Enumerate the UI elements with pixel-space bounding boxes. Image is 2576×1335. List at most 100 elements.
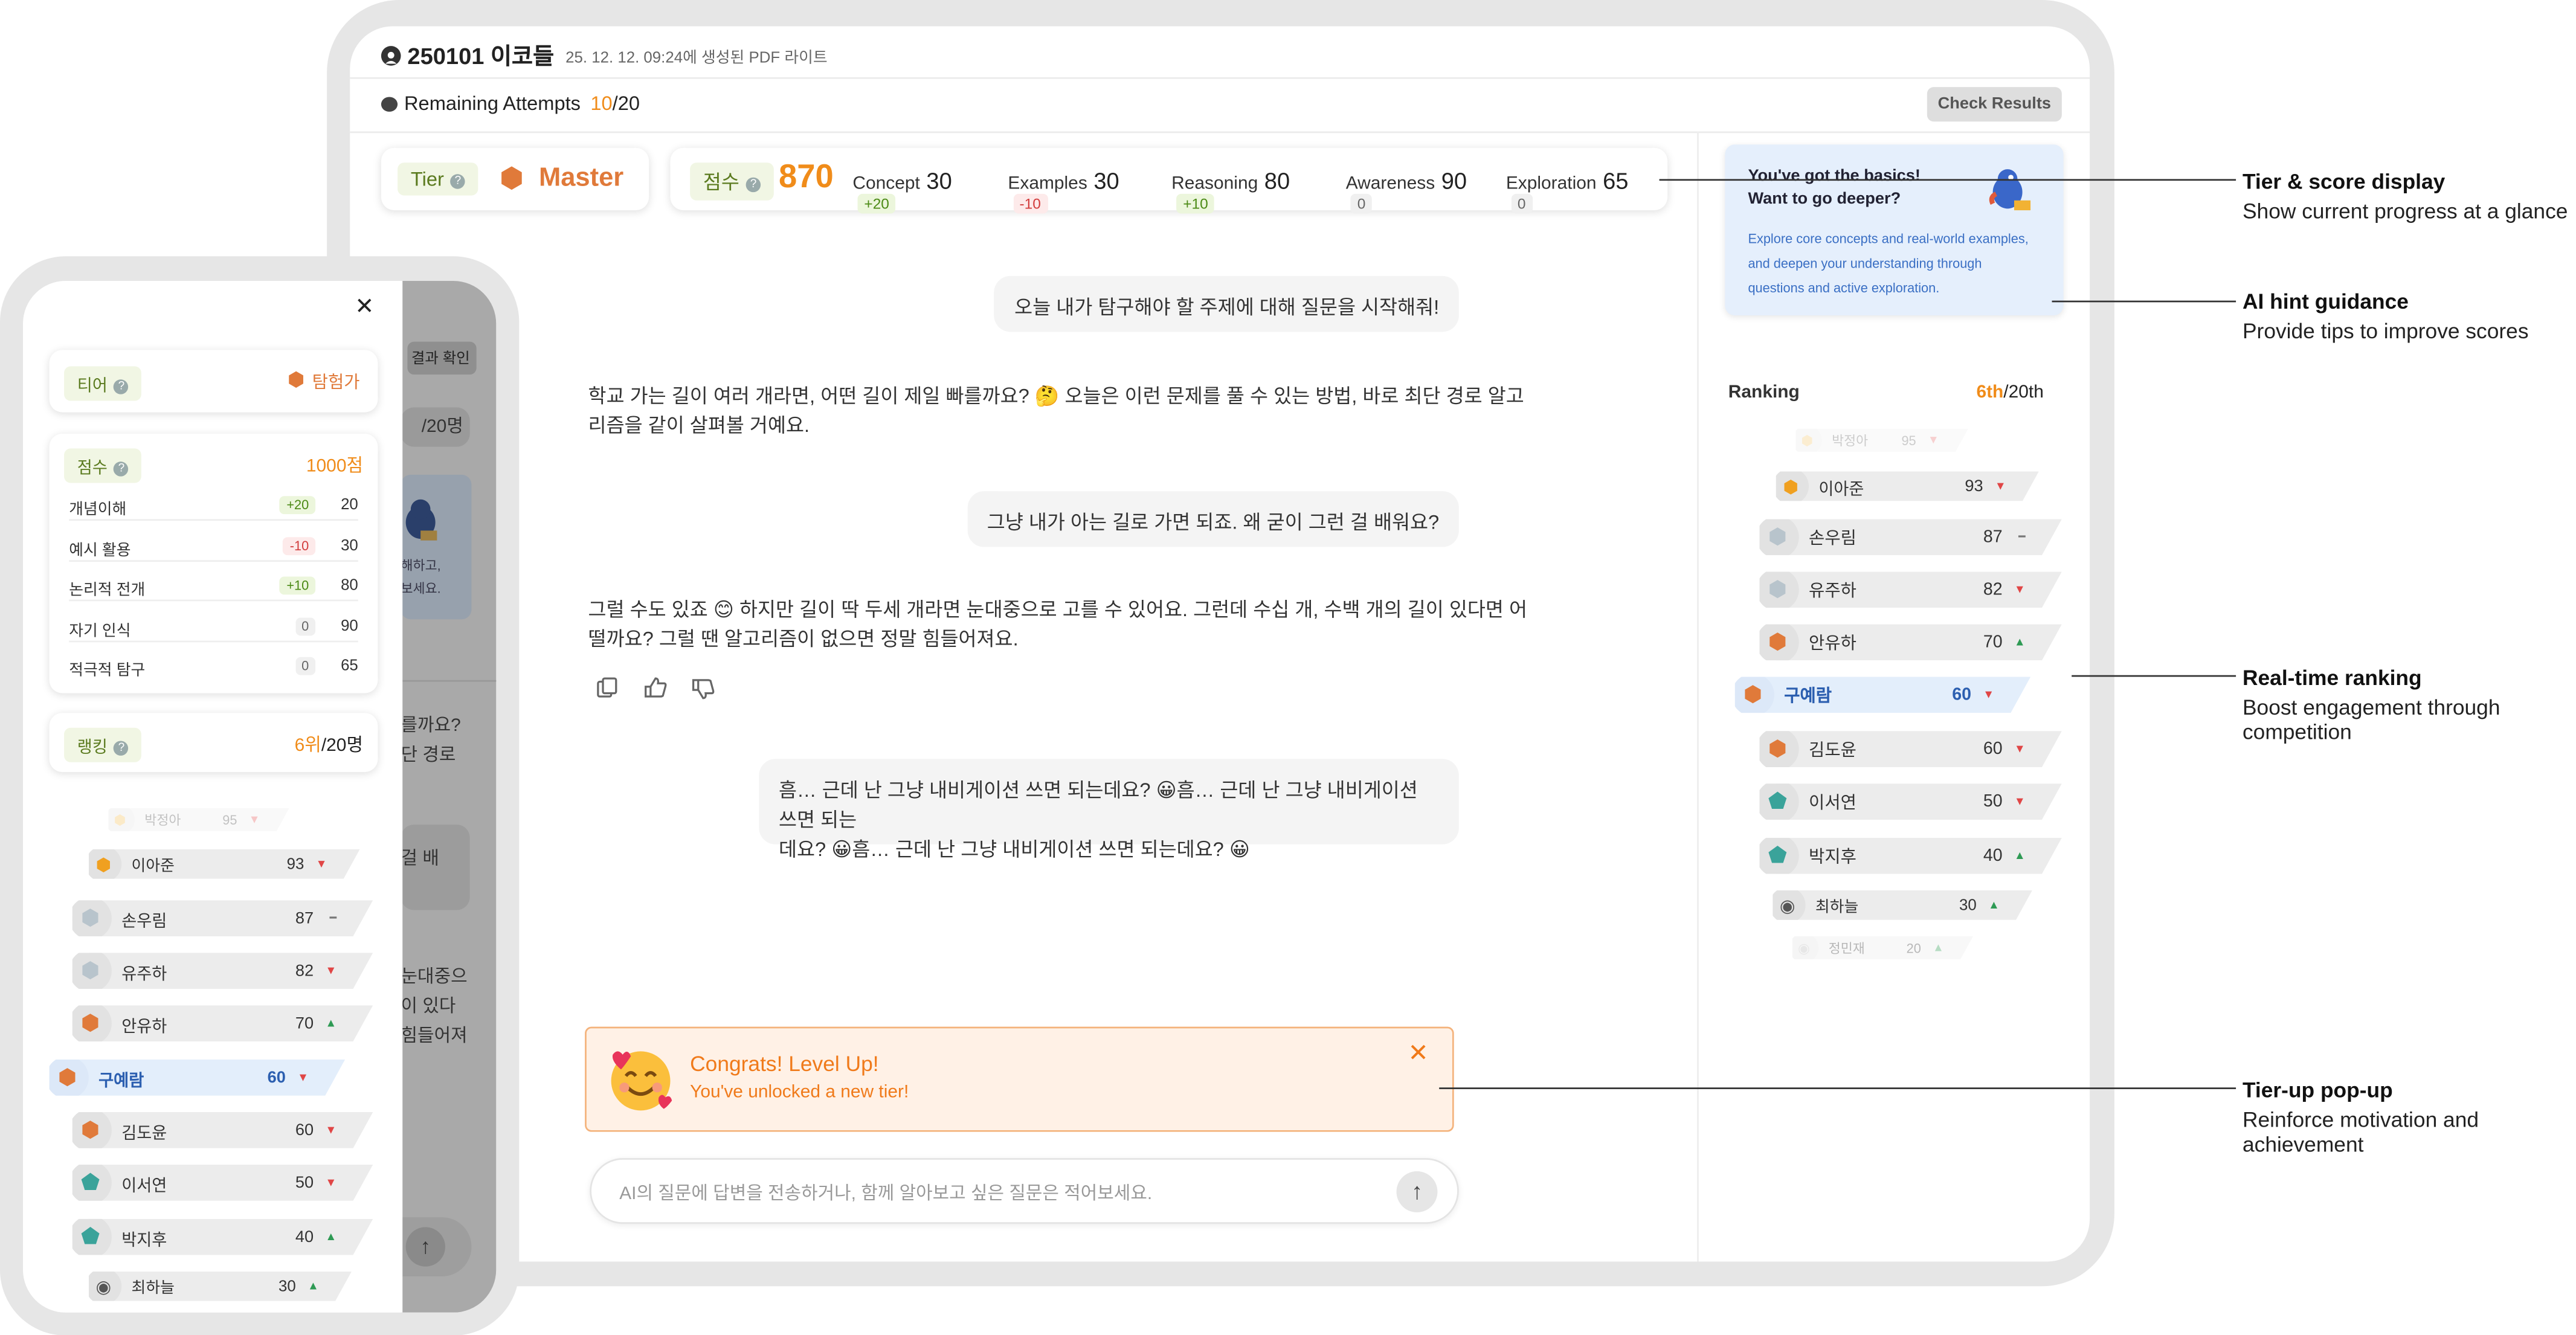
trend-down-icon: ▼ — [2014, 584, 2026, 596]
ranking-row: ⬢ 유주하 82 ▼ — [72, 953, 373, 989]
rank-position: 6위/20명 — [295, 731, 363, 758]
score-item-name: Examples — [1008, 174, 1087, 194]
trend-down-icon: ▼ — [2014, 796, 2026, 808]
divider — [69, 640, 358, 642]
page-title: 250101 이코들 — [407, 42, 555, 69]
help-icon[interactable]: ? — [114, 379, 129, 394]
tier-badge-icon: ◉ — [85, 1268, 121, 1304]
user-icon — [381, 46, 401, 66]
score-row-value: 90 — [341, 617, 358, 635]
tier-badge-icon: ⬢ — [69, 1002, 112, 1045]
score-row: 예시 활용 -10 30 — [69, 536, 358, 559]
tier-label: 티어 — [77, 378, 108, 396]
check-results-button: 결과 확인 — [407, 341, 477, 375]
ranking-row: ⬢ 이아준 93 ▼ — [1776, 471, 2039, 501]
ranking-score: 95 — [1901, 433, 1916, 448]
tier-badge-icon: ⬢ — [1792, 425, 1822, 455]
ranking-row: ⬟ 이서연 50 ▼ — [1759, 783, 2061, 820]
ranking-score: 20 — [1906, 940, 1921, 956]
trend-down-icon: ▼ — [325, 965, 337, 977]
tier-badge-icon: ⬢ — [85, 846, 121, 882]
trend-up-icon: ▲ — [2014, 850, 2026, 862]
ranking-name: 이서연 — [121, 1177, 167, 1195]
score-row-value: 80 — [341, 576, 358, 595]
score-row-name: 자기 인식 — [69, 622, 131, 640]
help-icon[interactable]: ? — [114, 741, 129, 756]
ranking-row: ⬟ 이서연 50 ▼ — [72, 1165, 373, 1201]
help-icon[interactable]: ? — [450, 174, 466, 189]
user-message: 그냥 내가 아는 길로 가면 되죠. 왜 굳이 그런 걸 배워요? — [967, 491, 1459, 547]
mascot-bird-icon — [1988, 164, 2031, 214]
chat-text-dimmed: 이 있다 — [401, 997, 456, 1017]
thumbs-up-icon[interactable] — [644, 677, 667, 698]
help-icon[interactable]: ? — [745, 177, 761, 193]
rank-count: /20명 — [401, 407, 470, 447]
trend-down-icon: ▼ — [248, 814, 260, 826]
rank-value: 6위 — [294, 736, 321, 756]
ranking-row: ⬢ 김도윤 60 ▼ — [1759, 731, 2061, 767]
trend-up-icon: ▲ — [325, 1231, 337, 1243]
tier-badge-icon: ⬢ — [1731, 674, 1774, 716]
rank-pill: 랭킹? — [64, 727, 142, 762]
close-icon[interactable]: ✕ — [1408, 1038, 1429, 1067]
ranking-score: 50 — [295, 1174, 314, 1192]
ranking-score: 87 — [295, 909, 314, 928]
thumbs-down-icon[interactable] — [692, 678, 715, 700]
score-item-delta: 0 — [1350, 193, 1373, 214]
chat-text-dimmed: 를까요? — [401, 716, 461, 736]
ranking-score: 30 — [279, 1277, 296, 1296]
attempts-total: /20 — [612, 92, 640, 115]
ranking-score: 60 — [295, 1121, 314, 1139]
score-item-name: Exploration — [1505, 174, 1597, 194]
ranking-name: 김도윤 — [121, 1124, 167, 1143]
tier-badge-icon: ⬢ — [1756, 728, 1799, 771]
score-row-value: 20 — [341, 496, 358, 515]
tablet-screen: 250101 이코들 25. 12. 12. 09:24에 생성된 PDF 라이… — [350, 26, 2090, 1262]
help-icon[interactable]: ? — [114, 462, 129, 477]
ranking-score: 60 — [1983, 739, 2003, 759]
attempts-bar: Remaining Attempts 10 /20 — [381, 92, 640, 115]
divider — [69, 559, 358, 561]
trend-down-icon: ▼ — [1927, 434, 1939, 446]
ranking-row: ⬢ 손우림 87 ━ — [1759, 519, 2061, 555]
tier-badge-icon: ⬢ — [46, 1057, 89, 1099]
close-icon[interactable]: ✕ — [355, 292, 374, 320]
ranking-name: 김도윤 — [1809, 740, 1856, 760]
copy-icon[interactable] — [596, 677, 617, 698]
ranking-score: 60 — [1952, 684, 1972, 705]
attempts-used: 10 — [590, 92, 613, 115]
callout-line — [1439, 1087, 2236, 1089]
ranking-rank: 6th — [1976, 382, 2004, 403]
tier-badge-icon: ⬢ — [1756, 568, 1799, 611]
ranking-row: ⬢ 손우림 87 ━ — [72, 900, 373, 936]
annotation-desc: Provide tips to improve scores — [2242, 318, 2529, 344]
trend-same-icon: ━ — [329, 913, 337, 925]
tier-badge-icon: ⬢ — [69, 950, 112, 992]
hint-title-1: You've got the basics! — [1748, 167, 1921, 186]
score-row-delta: +10 — [280, 576, 316, 595]
tier-badge-icon: ⬢ — [1756, 621, 1799, 664]
score-item-value: 30 — [919, 167, 952, 194]
score-item-name: Concept — [852, 174, 920, 194]
chat-text-dimmed: 눈대중으 — [401, 967, 468, 988]
check-results-button[interactable]: Check Results — [1927, 87, 2062, 122]
chat-input[interactable]: AI의 질문에 답변을 전송하거나, 함께 알아보고 싶은 질문은 적어보세요.… — [590, 1158, 1459, 1224]
ranking-name: 이서연 — [1809, 793, 1856, 812]
ranking-row-current-user: ⬢ 구예람 60 ▼ — [1735, 677, 2030, 713]
score-breakdown: Concept 30 +20 Examples 30 -10 Reasoning 80 +… — [852, 167, 1667, 217]
ranking-name: 유주하 — [1809, 581, 1856, 600]
send-arrow-icon[interactable]: ↑ — [1396, 1171, 1438, 1212]
ranking-total: /20th — [2003, 382, 2044, 403]
hexagon-badge-icon: ⬢ — [499, 162, 524, 194]
ranking-position: 6th/20th — [1976, 383, 2043, 403]
annotation-desc: Show current progress at a glance — [2242, 199, 2568, 224]
score-item: Examples 30 -10 — [1008, 167, 1158, 217]
ranking-name: 정민재 — [1828, 940, 1865, 956]
ranking-score: 95 — [222, 812, 237, 828]
ranking-row: ⬢ 유주하 82 ▼ — [1759, 571, 2061, 608]
ranking-row: ⬟ 박지후 40 ▲ — [72, 1219, 373, 1255]
score-row-value: 65 — [341, 657, 358, 675]
score-item-value: 30 — [1087, 167, 1119, 194]
ranking-score: 50 — [1983, 791, 2003, 812]
chat-bubble-dimmed: 걸 배 — [401, 825, 470, 910]
